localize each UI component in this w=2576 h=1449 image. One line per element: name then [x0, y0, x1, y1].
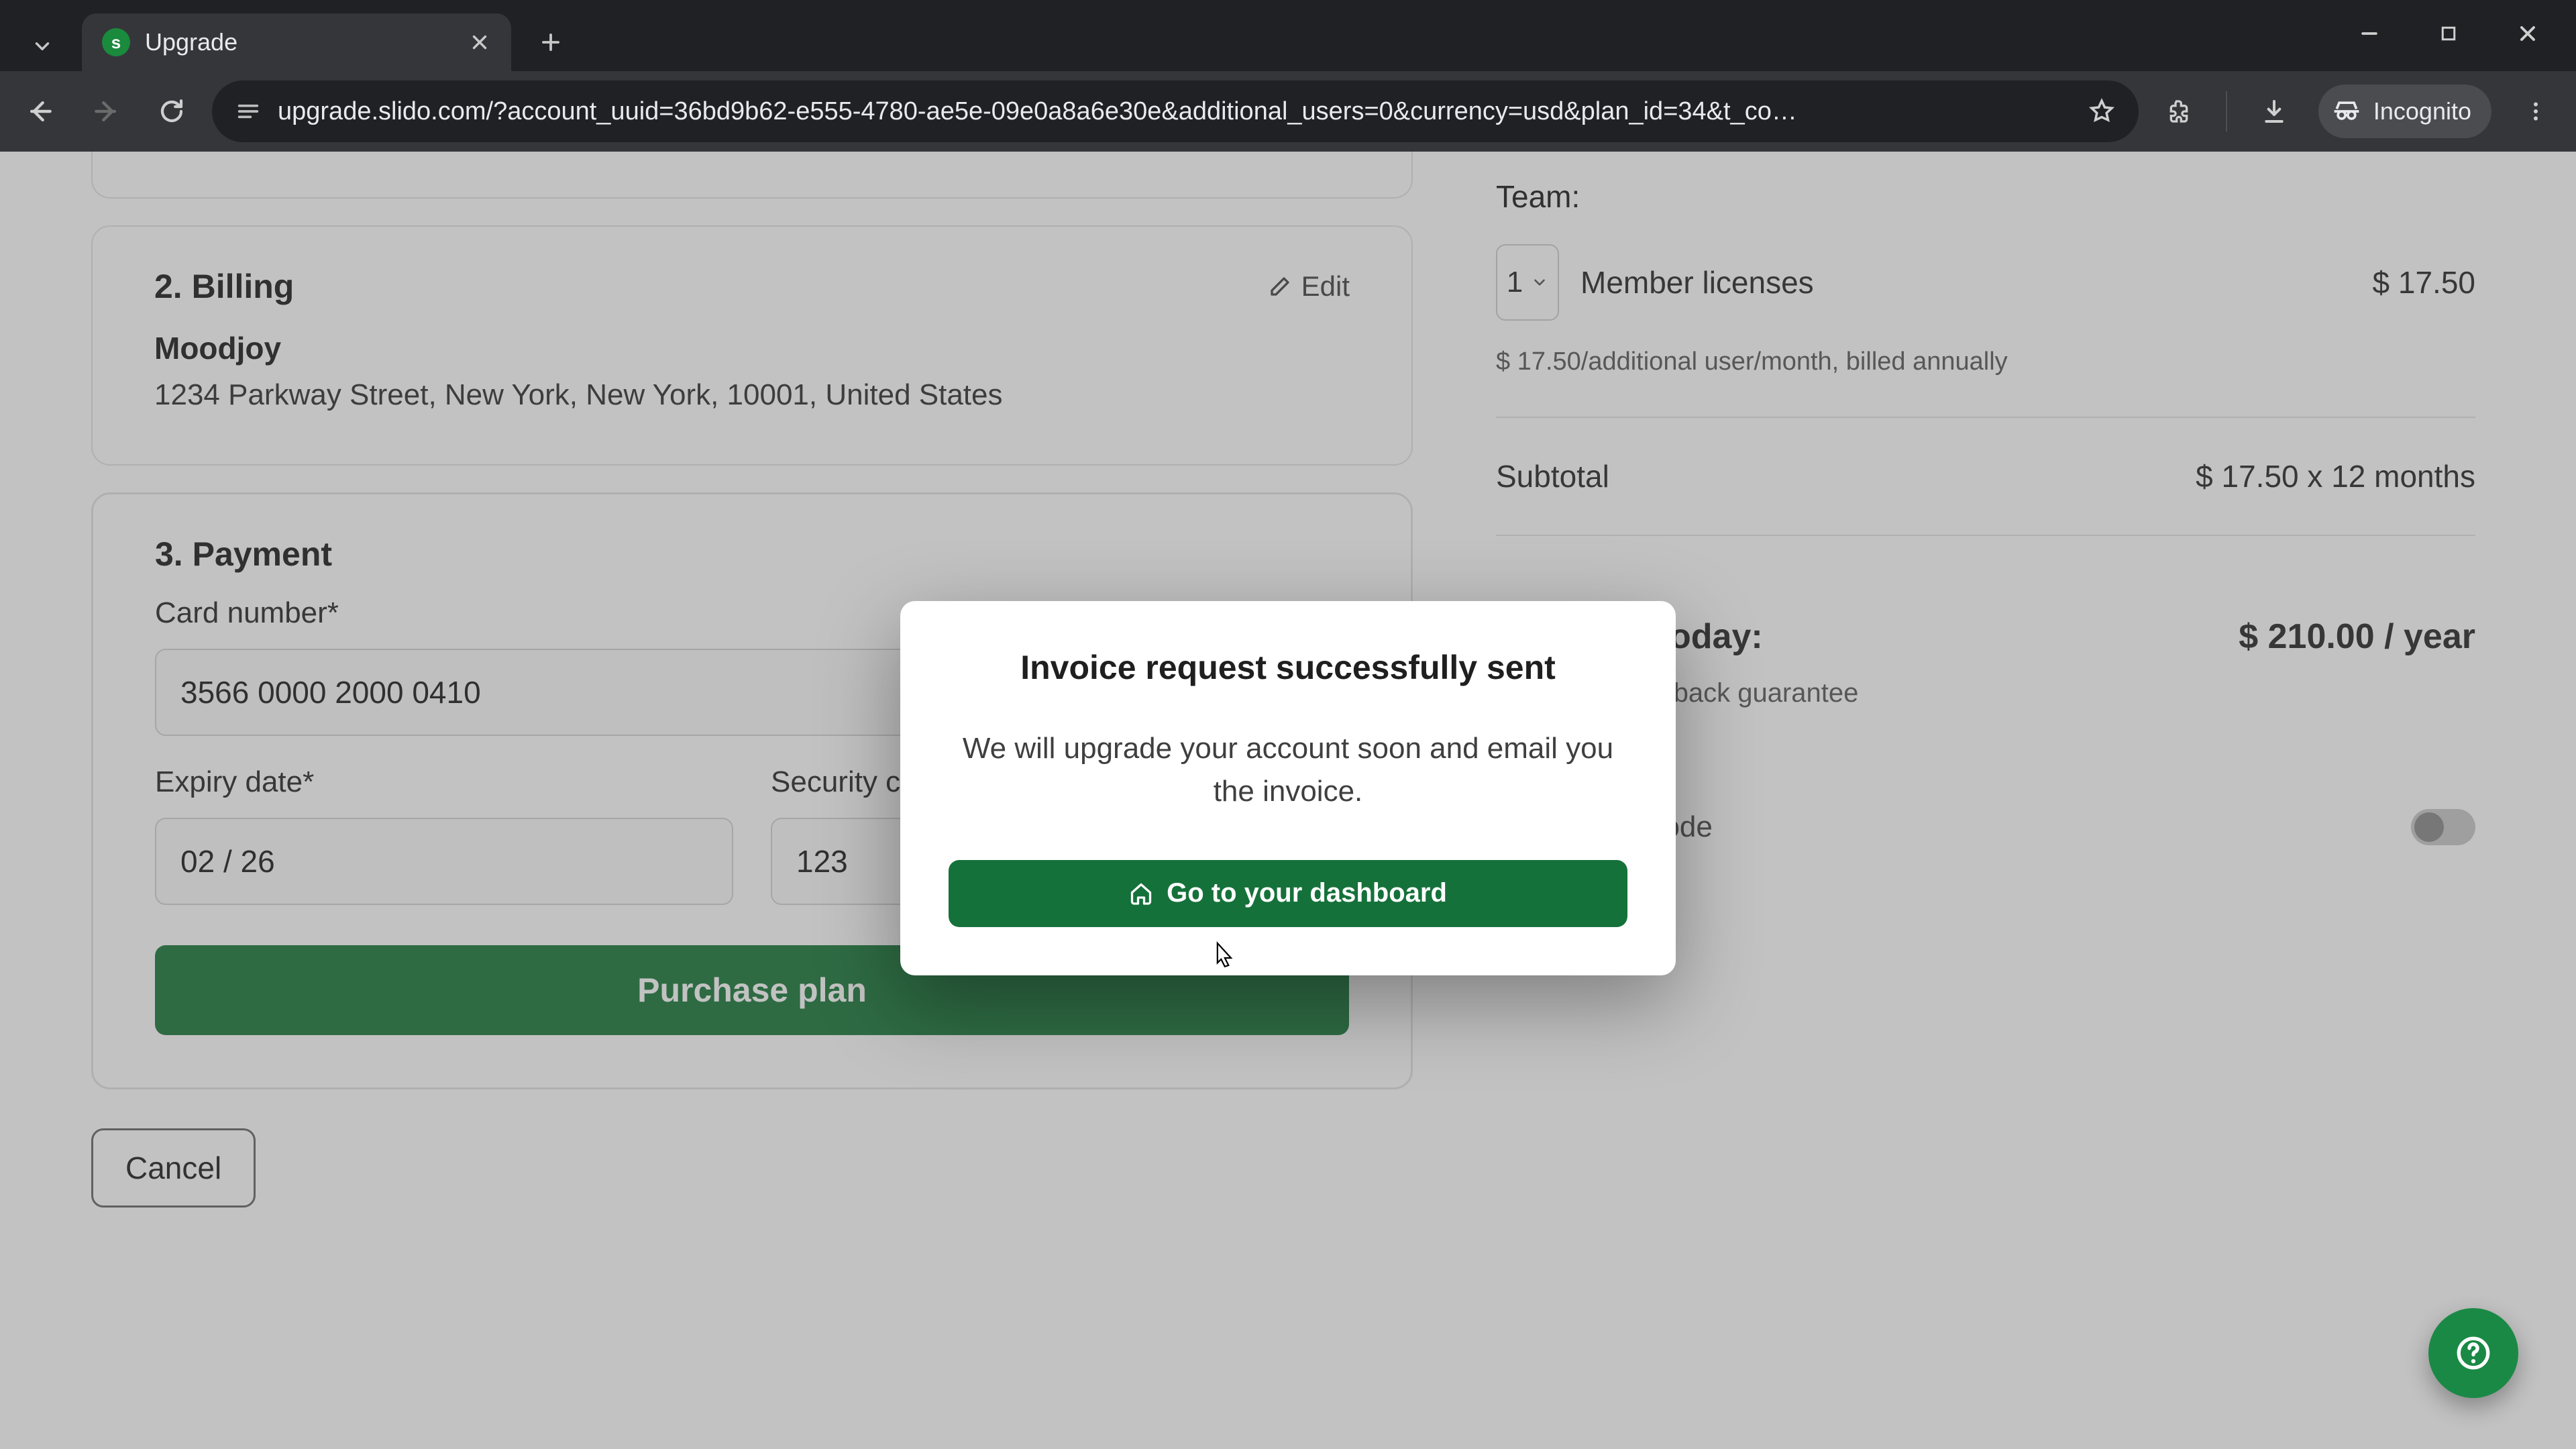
bookmark-button[interactable] — [2088, 97, 2116, 125]
tab-favicon: s — [102, 28, 130, 56]
omnibox-url: upgrade.slido.com/?account_uuid=36bd9b62… — [278, 97, 2072, 126]
tab-title: Upgrade — [145, 28, 237, 56]
window-maximize-button[interactable] — [2423, 8, 2474, 59]
nav-back-button[interactable] — [15, 86, 66, 137]
browser-toolbar: upgrade.slido.com/?account_uuid=36bd9b62… — [0, 71, 2576, 152]
maximize-icon — [2438, 23, 2459, 44]
browser-menu-button[interactable] — [2510, 86, 2561, 137]
close-icon — [2516, 21, 2540, 46]
star-icon — [2088, 97, 2116, 125]
modal-body: We will upgrade your account soon and em… — [949, 727, 1627, 813]
arrow-right-icon — [91, 97, 121, 126]
omnibox[interactable]: upgrade.slido.com/?account_uuid=36bd9b62… — [212, 80, 2139, 142]
nav-forward-button[interactable] — [80, 86, 131, 137]
chevron-down-icon — [31, 35, 54, 58]
window-minimize-button[interactable] — [2344, 8, 2395, 59]
window-close-button[interactable] — [2502, 8, 2553, 59]
download-icon — [2261, 98, 2288, 125]
go-to-dashboard-label: Go to your dashboard — [1167, 878, 1447, 908]
toolbar-divider — [2226, 91, 2227, 131]
cursor-icon — [1209, 941, 1238, 975]
kebab-icon — [2524, 99, 2548, 123]
tab-close-button[interactable] — [468, 31, 491, 54]
site-settings-icon[interactable] — [235, 98, 262, 125]
page-viewport: 2. Billing Edit Moodjoy 1234 Parkway Str… — [0, 152, 2576, 1449]
arrow-left-icon — [25, 97, 55, 126]
browser-tab[interactable]: s Upgrade — [82, 13, 511, 71]
reload-icon — [158, 97, 186, 125]
incognito-label: Incognito — [2373, 97, 2471, 125]
incognito-icon — [2332, 97, 2361, 126]
extensions-button[interactable] — [2153, 86, 2204, 137]
go-to-dashboard-button[interactable]: Go to your dashboard — [949, 860, 1627, 927]
browser-tab-strip: s Upgrade — [0, 0, 2576, 71]
downloads-button[interactable] — [2249, 86, 2300, 137]
minimize-icon — [2358, 22, 2381, 45]
puzzle-icon — [2165, 98, 2192, 125]
home-icon — [1129, 881, 1153, 906]
tabs-dropdown-button[interactable] — [17, 21, 67, 71]
modal-title: Invoice request successfully sent — [949, 648, 1627, 687]
invoice-sent-modal: Invoice request successfully sent We wil… — [900, 601, 1676, 975]
nav-reload-button[interactable] — [146, 86, 197, 137]
close-icon — [468, 31, 491, 54]
help-fab[interactable] — [2428, 1308, 2518, 1398]
incognito-chip[interactable]: Incognito — [2318, 85, 2491, 138]
new-tab-button[interactable] — [526, 17, 576, 67]
help-icon — [2454, 1334, 2493, 1373]
plus-icon — [538, 30, 564, 55]
